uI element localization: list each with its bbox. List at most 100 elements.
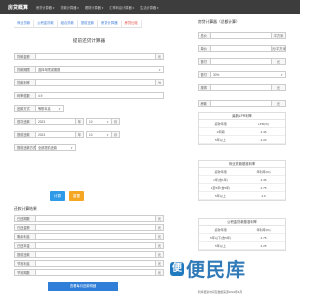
site-logo[interactable]: 房贷概算 — [8, 4, 28, 11]
unit-label: 月 — [112, 130, 120, 138]
table-cell: 2.75 — [260, 236, 267, 240]
results-title: 还款计算结果 — [14, 207, 37, 211]
table-cell: 5年以上 — [214, 194, 226, 198]
nav-item-mortgage[interactable]: 房贷计算器 ▾ — [36, 5, 54, 10]
tab-prepay[interactable]: 提前还款 — [78, 20, 99, 27]
prepay-month-select[interactable]: 10 ▼ — [86, 130, 112, 138]
calculate-button[interactable]: 计算 — [50, 191, 65, 201]
chevron-down-icon: ▼ — [158, 68, 161, 72]
result-row: 已还期数 元 — [14, 214, 164, 222]
table-cell: 5年以下(含5年) — [210, 236, 231, 240]
top-nav-bar: 房贷概算 房贷计算器 ▾ 贷款计算器 ▾ 理财计算器 ▾ 汇率利息计算器 ▾ 生… — [0, 0, 300, 14]
nav-item-life[interactable]: 生活计算器 ▾ — [140, 5, 158, 10]
amount-input[interactable] — [36, 52, 156, 60]
result-value — [36, 268, 156, 276]
unit-label: 元/平方米 — [272, 44, 286, 52]
tab-commercial[interactable]: 商业贷款 — [14, 20, 35, 27]
unit-label: 元 — [156, 223, 164, 231]
column-header: 贷款年限 — [214, 228, 227, 232]
unit-label: 元 — [156, 250, 164, 258]
ratio-input[interactable]: 4.9 — [36, 91, 164, 99]
reset-button[interactable]: 重置 — [69, 191, 84, 201]
unit-label: 元 — [272, 99, 286, 107]
field-label: 首付 — [198, 70, 211, 78]
tab-calculator[interactable]: 房贷计算器 — [98, 20, 122, 27]
table-cell: 4.35 — [260, 178, 267, 182]
method-select[interactable]: 等额本息 ▼ — [36, 104, 64, 112]
result-row: 节省利息 元 — [14, 259, 164, 267]
select-value: 等额本息 — [38, 106, 51, 111]
form-row-prepay-date: 提前还款 2023 年 10 ▼ 月 — [14, 130, 120, 138]
result-label: 节省期数 — [14, 268, 36, 276]
unit-label: 元 — [272, 83, 286, 91]
total-price-input[interactable] — [211, 31, 272, 39]
lpr-rate-card: 最新LPR利率 贷款年限 LPR(%) 1年期 3.45 5年以上 4.20 — [198, 112, 286, 145]
select-value: 选择年限或期数 — [38, 67, 61, 72]
result-value — [36, 214, 156, 222]
table-cell: 3.25 — [260, 244, 267, 248]
column-header: 贷款年限 — [214, 122, 227, 126]
select-value: 全部提前还款 — [38, 145, 58, 150]
tab-compare[interactable]: 房贷比较 — [122, 20, 142, 27]
table-row: 5年以上 3.25 — [199, 242, 285, 250]
nav-item-finance[interactable]: 理财计算器 ▾ — [85, 5, 103, 10]
table-row: 1年期 3.45 — [199, 128, 285, 136]
view-schedule-button[interactable]: 查看每月还款明细 — [48, 282, 118, 291]
field-label: 贷款利率 — [14, 78, 36, 86]
table-header: 贷款年限 年利率(%) — [199, 226, 285, 234]
unit-label: 月 — [112, 117, 120, 125]
table-cell: 4.75 — [260, 186, 267, 190]
period-select[interactable]: 选择年限或期数 ▼ — [36, 65, 164, 73]
card-title: 商业贷款基准利率 — [199, 161, 285, 168]
down-payment-input[interactable] — [211, 57, 272, 65]
right-form-row: 首付 30% ▼ — [198, 70, 286, 78]
table-row: 1年(含1年) 4.35 — [199, 176, 285, 184]
field-label: 提前还款方式 — [14, 143, 36, 151]
table-cell: 1至5年(含5年) — [210, 186, 231, 190]
prepay-year-input[interactable]: 2023 — [36, 130, 76, 138]
field-label: 还款方式 — [14, 104, 36, 112]
field-label: 按揭 — [198, 83, 211, 91]
field-label: 首次还款 — [14, 117, 36, 125]
chevron-down-icon: ▼ — [106, 120, 109, 124]
loan-amount-input[interactable] — [211, 83, 272, 91]
field-label: 单价 — [198, 44, 211, 52]
unit-label: 年 — [76, 130, 84, 138]
unit-label: % — [156, 78, 164, 86]
field-label: 贷款期限 — [14, 65, 36, 73]
field-label: 贷款金额 — [14, 52, 36, 60]
down-payment-ratio-select[interactable]: 30% ▼ — [211, 70, 286, 78]
first-year-input[interactable]: 2023 — [36, 117, 76, 125]
result-label: 已还期数 — [14, 214, 36, 222]
prepay-way-select[interactable]: 全部提前还款 ▼ — [36, 143, 76, 151]
right-form-row: 房款 元 — [198, 99, 286, 107]
tab-fund[interactable]: 公积金贷款 — [34, 20, 58, 27]
rate-input[interactable] — [36, 78, 156, 86]
card-title: 公积金贷款基准利率 — [199, 219, 285, 226]
form-row-first-date: 首次还款 2023 年 10 ▼ 月 — [14, 117, 120, 125]
table-header: 贷款年限 LPR(%) — [199, 120, 285, 128]
result-label: 提前还款 — [14, 250, 36, 258]
unit-label: 元 — [156, 232, 164, 240]
first-month-select[interactable]: 10 ▼ — [86, 117, 112, 125]
nav-item-loan[interactable]: 贷款计算器 ▾ — [60, 5, 78, 10]
tab-combined[interactable]: 组合贷款 — [58, 20, 78, 27]
right-form-row: 单价 元/平方米 — [198, 44, 286, 52]
table-cell: 5年以上 — [214, 244, 226, 248]
table-row: 1至5年(含5年) 4.75 — [199, 184, 285, 192]
field-label: 总价 — [198, 31, 211, 39]
result-row: 已还金额 元 — [14, 223, 164, 231]
watermark-logo: 便 便民库 — [170, 255, 246, 282]
nav-item-rate[interactable]: 汇率利息计算器 ▾ — [109, 5, 134, 10]
table-cell: 4.9 — [261, 194, 266, 198]
table-row: 5年以上 4.9 — [199, 192, 285, 200]
select-value: 10 — [89, 132, 93, 137]
result-row: 已还本金 元 — [14, 241, 164, 249]
result-value — [36, 250, 156, 258]
house-price-input[interactable] — [211, 99, 272, 107]
commercial-rate-card: 商业贷款基准利率 贷款年限 年利率(%) 1年(含1年) 4.35 1至5年(含… — [198, 160, 286, 201]
chevron-down-icon: ▼ — [70, 146, 73, 150]
unit-price-input[interactable] — [211, 44, 272, 52]
unit-label: 元 — [272, 57, 286, 65]
rate-source-note: 利率更新时间及数据来源2023年6月 — [198, 290, 243, 294]
